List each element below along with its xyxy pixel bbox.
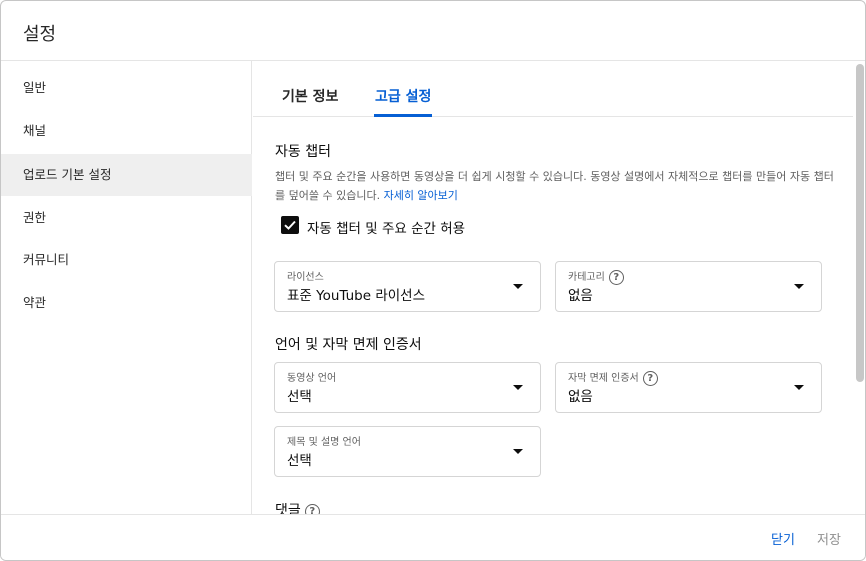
sidebar-item-agreements[interactable]: 약관	[1, 282, 252, 324]
video-language-select[interactable]: 동영상 언어 선택	[274, 362, 541, 413]
help-icon[interactable]: ?	[642, 370, 658, 386]
dropdown-arrow-icon	[513, 385, 523, 390]
language-section-title: 언어 및 자막 면제 인증서	[275, 337, 422, 353]
tab-bar: 기본 정보 고급 설정	[253, 61, 853, 117]
caption-certificate-label-text: 자막 면제 인증서	[568, 373, 639, 384]
checkmark-icon	[284, 220, 296, 230]
auto-chapters-description-text: 챕터 및 주요 순간을 사용하면 동영상을 더 쉽게 시청할 수 있습니다. 동…	[275, 170, 834, 202]
sidebar-item-general[interactable]: 일반	[1, 67, 252, 109]
auto-chapters-description: 챕터 및 주요 순간을 사용하면 동영상을 더 쉽게 시청할 수 있습니다. 동…	[275, 167, 835, 205]
dropdown-arrow-icon	[513, 449, 523, 454]
sidebar-item-upload-defaults[interactable]: 업로드 기본 설정	[1, 154, 252, 196]
dialog-title: 설정	[23, 24, 57, 45]
license-select-label: 라이선스	[287, 272, 324, 283]
active-tab-indicator	[374, 114, 432, 117]
category-select-label: 카테고리?	[568, 268, 624, 285]
sidebar-item-community[interactable]: 커뮤니티	[1, 239, 252, 281]
scrollbar-thumb[interactable]	[856, 64, 864, 382]
caption-certificate-label: 자막 면제 인증서?	[568, 369, 658, 386]
category-select[interactable]: 카테고리? 없음	[555, 261, 822, 312]
license-select-value: 표준 YouTube 라이선스	[287, 288, 425, 304]
dropdown-arrow-icon	[513, 284, 523, 289]
save-button[interactable]: 저장	[817, 529, 841, 548]
sidebar-item-channel[interactable]: 채널	[1, 110, 252, 152]
title-description-language-value: 선택	[287, 453, 312, 469]
dialog-footer: 닫기 저장	[1, 514, 865, 560]
settings-dialog: 설정 일반 채널 업로드 기본 설정 권한 커뮤니티 약관 기본 정보 고급 설…	[0, 0, 866, 561]
auto-chapters-title: 자동 챕터	[275, 144, 331, 160]
auto-chapters-checkbox-label: 자동 챕터 및 주요 순간 허용	[307, 221, 466, 237]
help-icon[interactable]: ?	[608, 269, 624, 285]
comments-section-title: 댓글?	[275, 500, 320, 514]
video-language-value: 선택	[287, 389, 312, 405]
caption-certificate-value: 없음	[568, 389, 593, 405]
auto-chapters-checkbox[interactable]	[281, 216, 299, 234]
settings-content: 기본 정보 고급 설정 자동 챕터 챕터 및 주요 순간을 사용하면 동영상을 …	[253, 61, 853, 514]
learn-more-link[interactable]: 자세히 알아보기	[384, 189, 458, 202]
close-button[interactable]: 닫기	[771, 529, 795, 548]
tab-advanced-settings[interactable]: 고급 설정	[375, 86, 431, 106]
category-label-text: 카테고리	[568, 272, 605, 283]
scrollbar[interactable]	[853, 61, 865, 514]
sidebar-item-permissions[interactable]: 권한	[1, 197, 252, 239]
title-description-language-select[interactable]: 제목 및 설명 언어 선택	[274, 426, 541, 477]
license-select[interactable]: 라이선스 표준 YouTube 라이선스	[274, 261, 541, 312]
help-icon[interactable]: ?	[304, 503, 320, 514]
dropdown-arrow-icon	[794, 385, 804, 390]
category-select-value: 없음	[568, 288, 593, 304]
caption-certificate-select[interactable]: 자막 면제 인증서? 없음	[555, 362, 822, 413]
comments-title-text: 댓글	[275, 503, 301, 514]
dialog-header: 설정	[1, 1, 865, 61]
tab-basic-info[interactable]: 기본 정보	[282, 86, 338, 106]
title-description-language-label: 제목 및 설명 언어	[287, 437, 361, 448]
settings-sidebar: 일반 채널 업로드 기본 설정 권한 커뮤니티 약관	[1, 61, 252, 514]
video-language-label: 동영상 언어	[287, 373, 337, 384]
dropdown-arrow-icon	[794, 284, 804, 289]
